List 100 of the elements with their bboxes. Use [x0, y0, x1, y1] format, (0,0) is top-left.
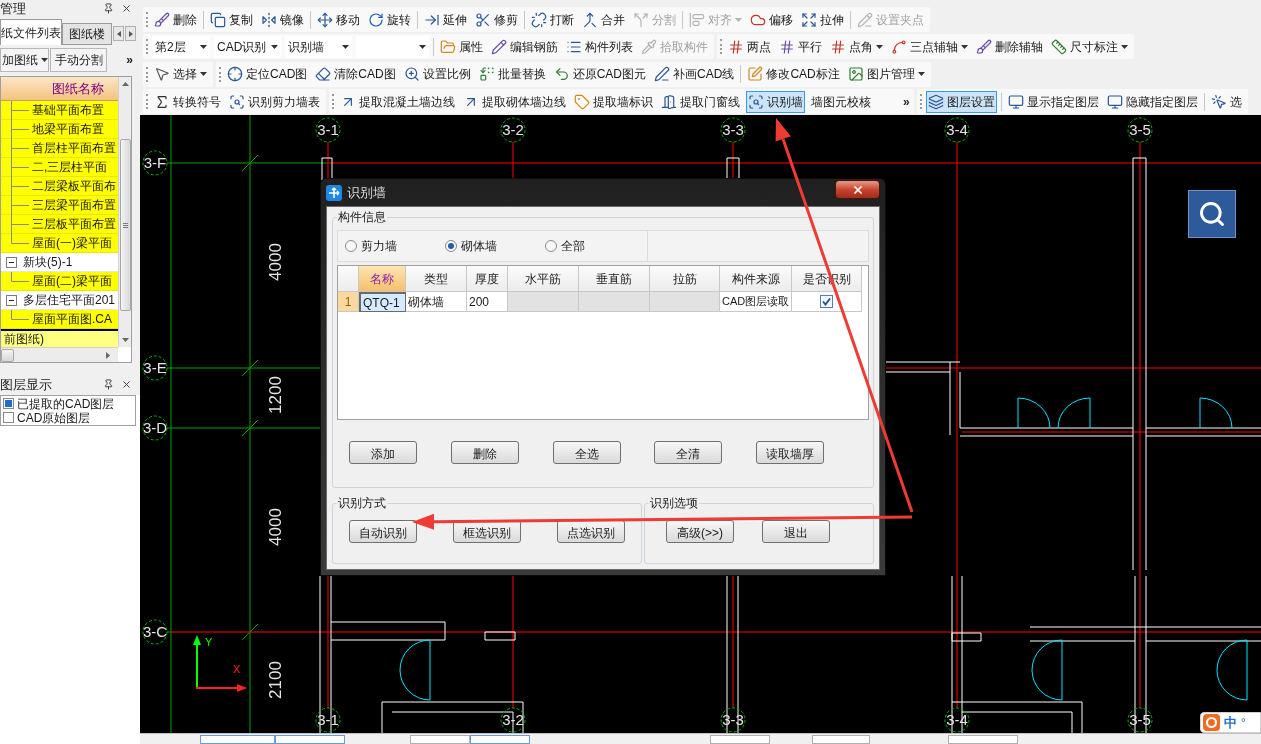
toolbar-button[interactable]: 删除 [152, 8, 199, 31]
dialog-button[interactable]: 读取墙厚 [756, 441, 824, 464]
checkbox-icon[interactable] [3, 412, 14, 423]
toolbar-button[interactable]: 识别墙 [746, 90, 805, 113]
dialog-button[interactable]: 点选识别 [557, 520, 625, 543]
toolbar-button[interactable]: 补画CAD线 [652, 63, 737, 85]
tree-group-item[interactable]: 新块(5)-1 [1, 253, 118, 272]
radio-icon[interactable] [445, 240, 457, 252]
status-field[interactable] [710, 735, 770, 744]
tab[interactable]: 纸文件列表 [0, 19, 62, 45]
toolbar-button[interactable]: 删除辅轴 [974, 35, 1045, 58]
toolbar-button[interactable]: 隐藏指定图层 [1104, 90, 1200, 113]
panel-button[interactable]: 手动分割 [50, 48, 107, 72]
scroll-up-icon[interactable] [121, 82, 129, 86]
overflow-button[interactable]: » [903, 92, 910, 111]
toolbar-button[interactable]: 构件列表 [564, 35, 635, 58]
pin-icon[interactable] [103, 3, 114, 14]
toolbar-button[interactable]: 两点 [726, 35, 773, 58]
tree-group-item[interactable]: 多层住宅平面201 [1, 291, 118, 310]
tree-item[interactable]: 二层梁板平面布 [1, 177, 118, 196]
tab[interactable]: 图纸楼 [62, 23, 112, 45]
toolbar-button[interactable]: 移动 [315, 8, 362, 31]
radio-icon[interactable] [345, 240, 357, 252]
scroll-left-icon[interactable] [113, 26, 124, 41]
toolbar-button[interactable]: 提取混凝土墙边线 [338, 90, 457, 113]
collapse-icon[interactable] [6, 294, 17, 306]
toolbar-button[interactable]: 延伸 [422, 8, 469, 31]
close-button[interactable] [835, 180, 880, 199]
dropdown-field[interactable]: CAD识别 [214, 35, 281, 58]
scroll-down-icon[interactable] [121, 338, 129, 342]
toolbar-button[interactable]: 复制 [208, 8, 255, 31]
toolbar-button[interactable]: 点角 [828, 35, 885, 58]
status-field[interactable] [410, 735, 470, 744]
tree-edit-row[interactable]: 前图纸) [1, 329, 118, 347]
toolbar-button[interactable]: 提取墙标识 [572, 90, 655, 113]
overflow-button[interactable]: » [126, 51, 133, 69]
toolbar-button[interactable]: 清除CAD图 [313, 63, 398, 85]
tree-item[interactable]: 三层梁平面布置 [1, 196, 118, 215]
toolbar-button[interactable]: 偏移 [748, 8, 795, 31]
tree-item[interactable]: 首层柱平面布置 [1, 139, 118, 158]
scrollbar-thumb[interactable] [1, 348, 14, 362]
layer-checkbox-item[interactable]: CAD原始图层 [1, 410, 135, 425]
status-field[interactable] [200, 735, 275, 744]
status-field[interactable] [812, 735, 870, 744]
dropdown-field[interactable]: 识别墙 [285, 35, 352, 58]
toolbar-button[interactable]: 墙图元校核 [809, 90, 873, 113]
toolbar-button[interactable]: 定位CAD图 [225, 63, 310, 85]
dialog-button[interactable]: 退出 [762, 520, 830, 543]
close-icon[interactable] [121, 3, 132, 14]
toolbar-button[interactable]: 选 [1208, 90, 1244, 113]
toolbar-button[interactable]: 属性 [438, 35, 485, 58]
radio-icon[interactable] [545, 240, 557, 252]
toolbar-button[interactable]: 批量替换 [476, 63, 548, 85]
toolbar-button[interactable]: 尺寸标注 [1049, 35, 1130, 58]
toolbar-button[interactable]: 设置比例 [401, 63, 473, 85]
pin-icon[interactable] [103, 379, 114, 390]
layer-checkbox-item[interactable]: 已提取的CAD图层 [1, 396, 135, 411]
dropdown-field[interactable]: 第2层 [152, 35, 210, 58]
checkbox-icon[interactable] [3, 398, 14, 409]
scrollbar-thumb[interactable] [119, 139, 131, 311]
scroll-right-icon[interactable] [125, 26, 136, 41]
horizontal-scrollbar[interactable] [1, 347, 118, 362]
toolbar-button[interactable]: 识别剪力墙表 [227, 90, 322, 113]
toolbar-button[interactable]: 镜像 [259, 8, 306, 31]
tree-item[interactable]: 基础平面布置 [1, 101, 118, 120]
dialog-button[interactable]: 高级(>>) [666, 520, 734, 543]
toolbar-button[interactable]: 显示指定图层 [1005, 90, 1101, 113]
tree-item[interactable]: 屋面平面图.CA [1, 310, 118, 329]
radio-option[interactable]: 砌体墙 [445, 237, 545, 255]
tree-item[interactable]: 屋面(一)梁平面 [1, 234, 118, 253]
toolbar-button[interactable]: 三点辅轴 [889, 35, 970, 58]
toolbar-button[interactable]: 还原CAD图元 [551, 63, 649, 85]
grip-icon[interactable] [919, 94, 922, 109]
dialog-button[interactable]: 全选 [552, 441, 621, 464]
toolbar-button[interactable]: 修剪 [473, 8, 520, 31]
status-field[interactable] [948, 735, 1018, 744]
scroll-right-icon[interactable] [106, 351, 110, 359]
radio-option[interactable]: 全部 [545, 237, 645, 255]
tree-item[interactable]: 屋面(二)梁平面 [1, 272, 118, 291]
toolbar-button[interactable]: 拉伸 [799, 8, 846, 31]
dialog-button[interactable]: 删除 [450, 441, 519, 464]
search-button[interactable] [1188, 190, 1236, 238]
dialog-button[interactable]: 全清 [654, 441, 723, 464]
toolbar-button[interactable]: 修改CAD标注 [745, 63, 842, 85]
toolbar-button[interactable]: 平行 [777, 35, 824, 58]
tree-item[interactable]: 地梁平面布置 [1, 120, 118, 139]
toolbar-button[interactable]: 旋转 [366, 8, 413, 31]
toolbar-button[interactable]: 提取砌体墙边线 [461, 90, 568, 113]
status-field[interactable] [275, 735, 345, 744]
tree-item[interactable]: 三层板平面布置 [1, 215, 118, 234]
toolbar-button[interactable]: 选择 [152, 63, 209, 85]
vertical-scrollbar[interactable] [118, 77, 131, 347]
dropdown-field[interactable] [356, 35, 429, 58]
dialog-button[interactable]: 自动识别 [349, 520, 417, 543]
collapse-icon[interactable] [6, 256, 17, 268]
checkbox-icon[interactable] [820, 295, 833, 308]
toolbar-button[interactable]: 图层设置 [925, 90, 997, 113]
toolbar-button[interactable]: 提取门窗线 [659, 90, 742, 113]
toolbar-button[interactable]: 编辑钢筋 [489, 35, 560, 58]
toolbar-button[interactable]: 转换符号 [152, 90, 223, 113]
